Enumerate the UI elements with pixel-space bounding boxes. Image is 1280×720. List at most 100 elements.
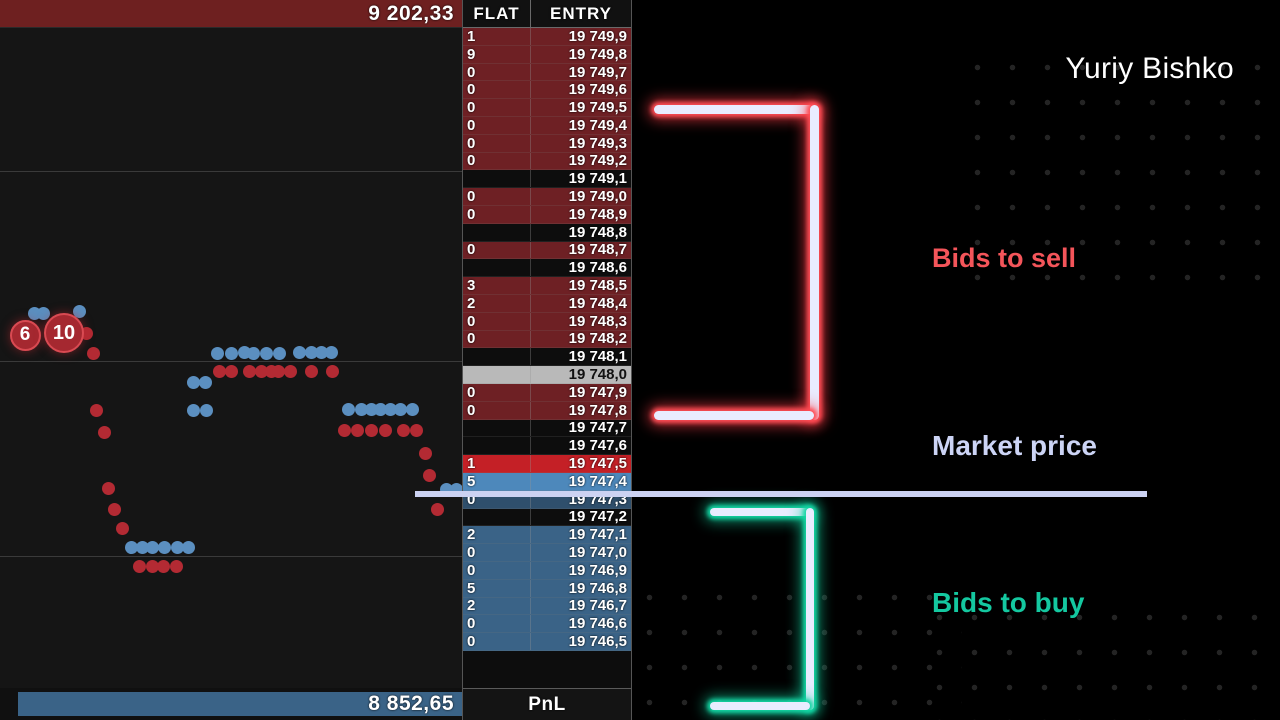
dom-row[interactable]: 5 19 746,8: [463, 580, 631, 598]
dom-row[interactable]: 5 19 747,4: [463, 473, 631, 491]
dom-cell-entry[interactable]: 19 746,8: [531, 580, 631, 597]
dom-cell-flat[interactable]: 0: [463, 135, 531, 152]
dom-row[interactable]: 19 748,0: [463, 366, 631, 384]
dom-cell-flat[interactable]: 0: [463, 241, 531, 258]
dom-cell-flat[interactable]: 2: [463, 597, 531, 614]
dom-row[interactable]: 0 19 749,3: [463, 135, 631, 153]
dom-row[interactable]: 19 748,6: [463, 259, 631, 278]
dom-cell-flat[interactable]: 0: [463, 402, 531, 419]
scatter-plot-area[interactable]: 6 10: [0, 28, 462, 688]
dom-row[interactable]: 19 747,7: [463, 419, 631, 438]
dom-row[interactable]: 2 19 746,7: [463, 597, 631, 616]
dom-row[interactable]: 1 19 747,5: [463, 455, 631, 473]
dom-cell-entry[interactable]: 19 746,6: [531, 615, 631, 632]
dom-ladder[interactable]: FLAT ENTRY 1 19 749,9 9 19 749,8 0 19 749,7 0 1…: [462, 0, 632, 720]
dom-row[interactable]: 0 19 749,0: [463, 188, 631, 206]
dom-row[interactable]: 0 19 749,6: [463, 81, 631, 100]
dom-cell-flat[interactable]: 5: [463, 580, 531, 597]
dom-cell-flat[interactable]: 0: [463, 544, 531, 561]
dom-cell-entry[interactable]: 19 748,0: [531, 366, 631, 383]
dom-cell-entry[interactable]: 19 747,1: [531, 526, 631, 543]
dom-cell-entry[interactable]: 19 748,5: [531, 277, 631, 294]
dom-cell-flat[interactable]: [463, 348, 531, 366]
dom-cell-flat[interactable]: 0: [463, 384, 531, 401]
dom-cell-entry[interactable]: 19 747,8: [531, 402, 631, 419]
dom-cell-flat[interactable]: 1: [463, 28, 531, 45]
dom-row[interactable]: 2 19 747,1: [463, 526, 631, 545]
dom-cell-entry[interactable]: 19 749,6: [531, 81, 631, 98]
dom-cell-entry[interactable]: 19 749,4: [531, 117, 631, 134]
dom-cell-entry[interactable]: 19 749,0: [531, 188, 631, 205]
dom-cell-flat[interactable]: [463, 437, 531, 455]
dom-rows-container[interactable]: 1 19 749,9 9 19 749,8 0 19 749,7 0 19 749,6 0 19 …: [463, 28, 631, 688]
dom-cell-flat[interactable]: 0: [463, 330, 531, 347]
dom-row[interactable]: 9 19 749,8: [463, 46, 631, 64]
dom-cell-entry[interactable]: 19 747,6: [531, 437, 631, 454]
dom-cell-entry[interactable]: 19 749,3: [531, 135, 631, 152]
dom-cell-flat[interactable]: 2: [463, 526, 531, 543]
dom-cell-entry[interactable]: 19 748,6: [531, 259, 631, 276]
dom-row[interactable]: 0 19 748,9: [463, 206, 631, 224]
dom-cell-entry[interactable]: 19 748,4: [531, 295, 631, 312]
dom-cell-entry[interactable]: 19 749,2: [531, 152, 631, 169]
dom-row[interactable]: 19 749,1: [463, 170, 631, 189]
dom-cell-entry[interactable]: 19 748,7: [531, 241, 631, 258]
dom-cell-entry[interactable]: 19 749,5: [531, 99, 631, 116]
dom-cell-entry[interactable]: 19 747,2: [531, 508, 631, 525]
dom-cell-flat[interactable]: 0: [463, 81, 531, 98]
dom-cell-flat[interactable]: 0: [463, 117, 531, 134]
dom-row[interactable]: 19 747,2: [463, 508, 631, 527]
dom-cell-flat[interactable]: 0: [463, 562, 531, 579]
dom-cell-entry[interactable]: 19 748,2: [531, 330, 631, 347]
dom-cell-flat[interactable]: [463, 508, 531, 526]
dom-cell-flat[interactable]: [463, 170, 531, 188]
dom-row[interactable]: 3 19 748,5: [463, 277, 631, 295]
dom-row[interactable]: 0 19 749,2: [463, 152, 631, 171]
dom-cell-flat[interactable]: 0: [463, 152, 531, 169]
dom-cell-flat[interactable]: 0: [463, 188, 531, 205]
dom-row[interactable]: 0 19 746,5: [463, 633, 631, 651]
dom-row[interactable]: 0 19 747,9: [463, 384, 631, 402]
dom-cell-flat[interactable]: 0: [463, 633, 531, 650]
dom-cell-flat[interactable]: 0: [463, 64, 531, 81]
dom-cell-entry[interactable]: 19 748,1: [531, 348, 631, 365]
dom-row[interactable]: 0 19 749,4: [463, 117, 631, 135]
dom-row[interactable]: 0 19 749,7: [463, 64, 631, 82]
dom-cell-entry[interactable]: 19 749,8: [531, 46, 631, 63]
dom-row[interactable]: 0 19 748,2: [463, 330, 631, 349]
dom-cell-entry[interactable]: 19 747,9: [531, 384, 631, 401]
dom-cell-entry[interactable]: 19 749,7: [531, 64, 631, 81]
dom-cell-flat[interactable]: 5: [463, 473, 531, 490]
dom-row[interactable]: 19 748,1: [463, 348, 631, 367]
dom-cell-flat[interactable]: 1: [463, 455, 531, 472]
dom-row[interactable]: 0 19 747,0: [463, 544, 631, 562]
dom-cell-entry[interactable]: 19 746,5: [531, 633, 631, 650]
dom-cell-entry[interactable]: 19 749,1: [531, 170, 631, 187]
dom-cell-flat[interactable]: 0: [463, 313, 531, 330]
dom-cell-flat[interactable]: [463, 259, 531, 277]
dom-row[interactable]: 0 19 746,6: [463, 615, 631, 634]
dom-cell-flat[interactable]: [463, 223, 531, 241]
dom-cell-entry[interactable]: 19 749,9: [531, 28, 631, 45]
dom-row[interactable]: 19 747,6: [463, 437, 631, 456]
dom-cell-flat[interactable]: 9: [463, 46, 531, 63]
dom-row[interactable]: 0 19 747,8: [463, 402, 631, 420]
dom-cell-flat[interactable]: [463, 366, 531, 383]
dom-row[interactable]: 2 19 748,4: [463, 295, 631, 313]
dom-cell-entry[interactable]: 19 747,5: [531, 455, 631, 472]
dom-cell-entry[interactable]: 19 748,3: [531, 313, 631, 330]
dom-row[interactable]: 0 19 746,9: [463, 562, 631, 580]
dom-cell-flat[interactable]: 0: [463, 99, 531, 116]
dom-row[interactable]: 0 19 748,3: [463, 313, 631, 331]
dom-row[interactable]: 1 19 749,9: [463, 28, 631, 46]
dom-cell-flat[interactable]: 2: [463, 295, 531, 312]
dom-row[interactable]: 0 19 748,7: [463, 241, 631, 260]
dom-row[interactable]: 19 748,8: [463, 224, 631, 242]
dom-cell-flat[interactable]: 0: [463, 615, 531, 632]
dom-cell-flat[interactable]: 0: [463, 206, 531, 223]
dom-cell-entry[interactable]: 19 746,7: [531, 597, 631, 614]
dom-cell-flat[interactable]: [463, 419, 531, 437]
dom-cell-entry[interactable]: 19 748,9: [531, 206, 631, 223]
dom-cell-entry[interactable]: 19 748,8: [531, 224, 631, 241]
dom-row[interactable]: 0 19 749,5: [463, 99, 631, 117]
